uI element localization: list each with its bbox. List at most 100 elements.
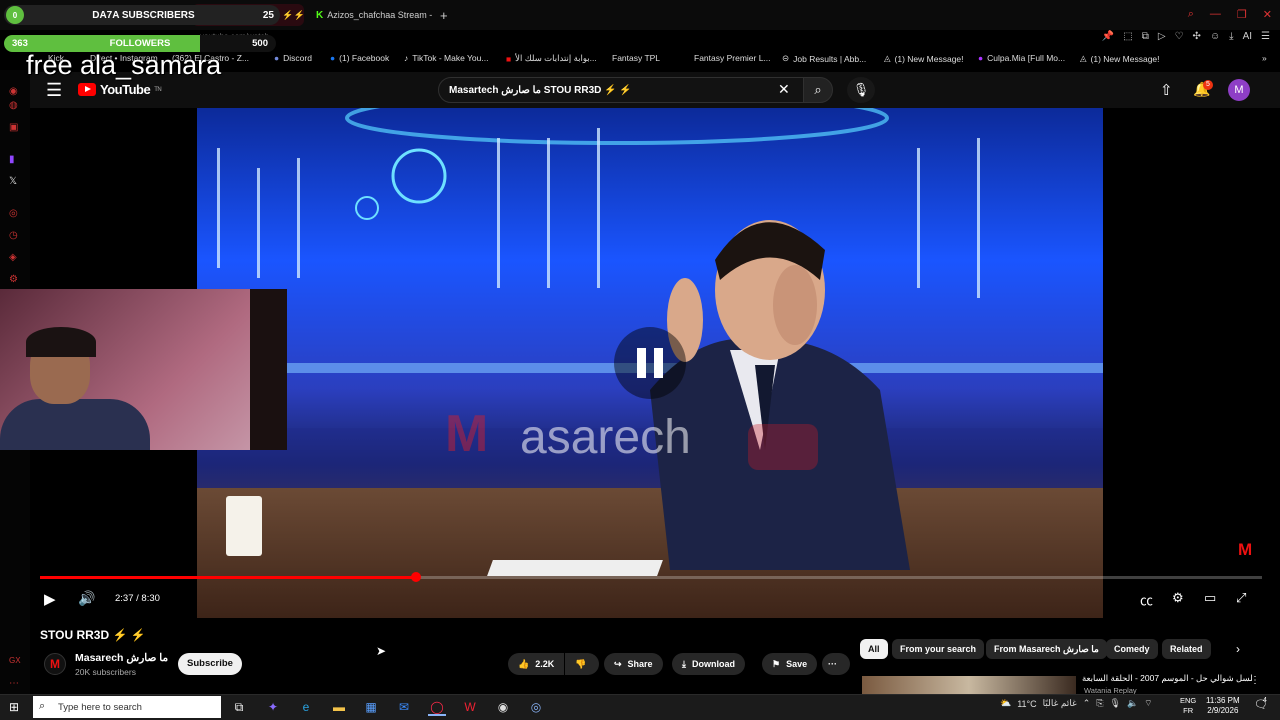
edge-icon[interactable]: e (297, 698, 315, 716)
windows-start-icon[interactable]: ⊞ (9, 700, 19, 714)
sidebar-icon-5[interactable]: ◈ (9, 252, 17, 263)
wps-icon[interactable]: W (461, 698, 479, 716)
pause-bar-right (654, 348, 663, 378)
settings-icon[interactable]: ⚙ (9, 274, 18, 285)
twitch-icon[interactable]: ▮ (9, 154, 15, 165)
hamburger-menu-icon[interactable]: ☰ (46, 80, 62, 101)
tray-overflow-icon[interactable]: ⌃ (1083, 698, 1091, 709)
obs-icon[interactable]: ◉ (494, 698, 512, 716)
voice-search-button[interactable]: 🎙 (847, 77, 875, 103)
copilot-icon[interactable]: ✦ (264, 698, 282, 716)
settings-gear-icon[interactable]: ⚙ (1172, 590, 1184, 606)
dislike-button[interactable]: 👎 (565, 653, 599, 675)
account-avatar[interactable]: M (1228, 79, 1250, 101)
weather-description: غائم غالبًا (1042, 698, 1077, 708)
search-tabs-icon[interactable]: ⌕ (1188, 8, 1194, 21)
more-actions-button[interactable]: ··· (822, 653, 850, 675)
like-button[interactable]: 👍 2.2K (508, 653, 564, 675)
chip-from-channel[interactable]: From Masarech ما صارش (986, 639, 1107, 659)
sidebar-icon-1[interactable]: ◉ (9, 86, 18, 97)
close-icon[interactable]: ✕ (1263, 8, 1272, 21)
fullscreen-icon[interactable]: ⤢ (1236, 590, 1246, 606)
save-button[interactable]: ⚑ Save (762, 653, 818, 675)
channel-name[interactable]: Masarech ما صارش (75, 652, 168, 664)
link-icon: ⊝ (782, 53, 790, 63)
chevron-right-icon[interactable]: › (1236, 642, 1240, 656)
bookmarks-overflow-icon[interactable]: » (1262, 53, 1267, 63)
history-icon[interactable]: ◷ (9, 230, 18, 241)
download-button[interactable]: ⤓ Download (672, 653, 745, 675)
chip-comedy[interactable]: Comedy (1106, 639, 1158, 659)
bookmark-culpa-mia[interactable]: ● Culpa.Mia [Full Mo... (978, 53, 1065, 63)
network-icon[interactable]: ⎘ (1096, 698, 1103, 709)
bookmark-job-results[interactable]: ⊝ Job Results | Abb... (782, 53, 866, 64)
store-icon[interactable]: ▦ (362, 698, 380, 716)
bookmark-tunisia-portal[interactable]: ■ بوابة إنتدابات سلك الأ... (506, 53, 597, 64)
heart-icon[interactable]: ♡ (1175, 31, 1184, 42)
taskbar-clock[interactable]: 11:36 PM 2/9/2026 (1206, 696, 1240, 716)
chip-related[interactable]: Related (1162, 639, 1211, 659)
play-icon[interactable]: ▷ (1158, 31, 1166, 42)
pause-overlay-button[interactable] (614, 327, 686, 399)
volume-icon[interactable]: 🔊 (78, 590, 95, 607)
cast-icon[interactable]: ⧉ (1142, 31, 1149, 42)
progress-played (40, 576, 416, 579)
sidebar-icon-4[interactable]: ◎ (9, 208, 18, 219)
clock-time: 11:36 PM (1206, 696, 1240, 705)
menu-icon[interactable]: ☰ (1261, 31, 1270, 42)
profile-icon[interactable]: ☺ (1210, 31, 1220, 42)
subscribe-button[interactable]: Subscribe (178, 653, 242, 675)
maximize-icon[interactable]: ❐ (1237, 8, 1247, 21)
tab-azizos[interactable]: K Azizos_chafchaa Stream - (316, 4, 436, 26)
search-input[interactable]: Masartech ما صارش STOU RR3D ⚡ ⚡ (438, 77, 804, 103)
file-explorer-icon[interactable]: ▬ (330, 698, 348, 716)
recommendation-thumbnail[interactable] (862, 676, 1076, 694)
new-tab-button[interactable]: + (440, 4, 454, 26)
bookmark-facebook[interactable]: ● (1) Facebook (330, 53, 389, 63)
task-view-icon[interactable]: ⧉ (230, 698, 248, 716)
extensions-icon[interactable]: ✣ (1193, 31, 1201, 42)
bookmark-fantasy-premier[interactable]: Fantasy Premier L... (694, 53, 771, 63)
bookmark-fantasy-tpl[interactable]: Fantasy TPL (612, 53, 660, 63)
language-indicator[interactable]: ENG FR (1180, 696, 1196, 716)
bookmark-tiktok[interactable]: ♪ TikTok - Make You... (404, 53, 488, 63)
chip-from-your-search[interactable]: From your search (892, 639, 985, 659)
sidebar-icon-3[interactable]: ▣ (9, 122, 18, 133)
clock-date: 2/9/2026 (1207, 706, 1239, 715)
channel-avatar[interactable]: M (44, 653, 66, 675)
mouse-cursor-icon: ➤ (376, 644, 387, 658)
bookmark-new-message-2[interactable]: ◬ (1) New Message! (1080, 53, 1160, 64)
recommendation-title[interactable]: مسلسل شوالي حل - الموسم 2007 - الحلقة ال… (1082, 673, 1252, 684)
play-button[interactable]: ▶ (44, 590, 56, 608)
x-icon[interactable]: 𝕏 (9, 176, 17, 187)
miniplayer-icon[interactable]: ▭ (1204, 590, 1216, 606)
chip-all[interactable]: All (860, 639, 888, 659)
bookmark-discord[interactable]: ● Discord (274, 53, 312, 63)
weather-icon[interactable]: ⛅ (1000, 698, 1011, 709)
screenshot-icon[interactable]: ⬚ (1123, 31, 1132, 42)
captions-icon[interactable]: ㏄ (1140, 590, 1153, 609)
sidebar-icon-6[interactable]: GX (9, 656, 21, 665)
share-button[interactable]: ↪ Share (604, 653, 663, 675)
opera-gx-icon[interactable]: ◯ (428, 698, 446, 716)
thumbs-up-icon: 👍 (518, 658, 530, 669)
wifi-icon[interactable]: ⌔ (1144, 698, 1152, 709)
progress-scrubber[interactable] (411, 572, 421, 582)
taskbar-search-input[interactable]: Type here to search (33, 696, 221, 718)
bookmark-new-message-1[interactable]: ◬ (1) New Message! (884, 53, 964, 64)
recommendation-more-icon[interactable]: ⋮ (1250, 675, 1260, 686)
youtube-logo[interactable]: YouTube TN (78, 82, 162, 97)
mic-icon[interactable]: 🎙 (1110, 698, 1121, 709)
minimize-icon[interactable]: — (1210, 8, 1221, 21)
sidebar-icon-2[interactable]: ◍ (9, 100, 18, 111)
search-button[interactable]: ⌕ (803, 77, 833, 103)
clear-search-icon[interactable]: ✕ (778, 81, 790, 98)
speaker-icon[interactable]: 🔈 (1127, 698, 1138, 709)
pin-icon[interactable]: 📌 (1102, 31, 1114, 42)
outlook-icon[interactable]: ✉ (395, 698, 413, 716)
chrome-icon[interactable]: ◎ (527, 698, 545, 716)
download-icon[interactable]: ⤓ (1229, 31, 1233, 42)
create-upload-icon[interactable]: ⇧ (1160, 81, 1173, 99)
more-icon[interactable]: ⋯ (9, 678, 19, 689)
ai-icon[interactable]: AI (1243, 31, 1252, 42)
